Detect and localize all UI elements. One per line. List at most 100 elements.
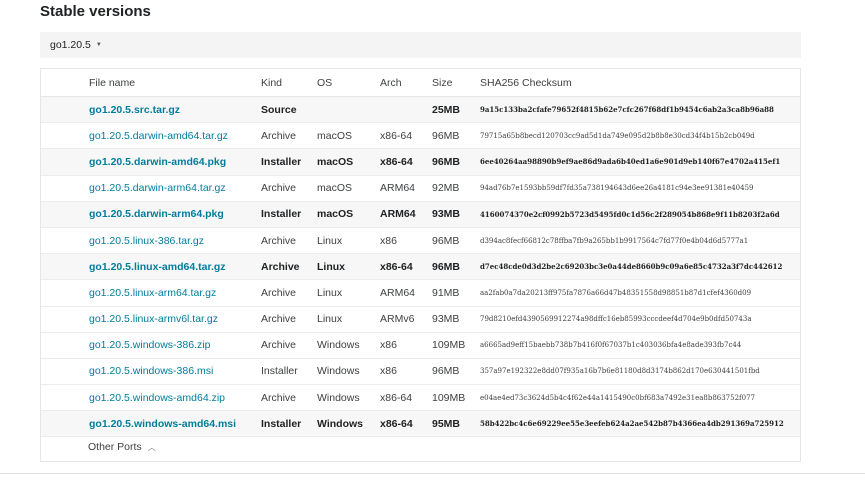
kind-cell: Archive — [261, 253, 317, 281]
row-spacer — [41, 227, 89, 255]
row-spacer — [41, 148, 89, 176]
table-row: go1.20.5.linux-arm64.tar.gz Archive Linux A… — [41, 279, 800, 307]
os-cell: Linux — [317, 227, 380, 255]
file-download-link[interactable]: go1.20.5.darwin-arm64.pkg — [89, 208, 224, 220]
table-row: go1.20.5.darwin-amd64.tar.gz Archive macOS… — [41, 122, 800, 150]
arch-cell: x86-64 — [380, 384, 432, 412]
sha256-cell: aa2fab0a7da20213ff975fa7876a66d47b483515… — [480, 279, 800, 307]
other-ports-toggle[interactable]: Other Ports ︿ — [88, 441, 156, 453]
table-row: go1.20.5.darwin-arm64.pkg Installer macOS A… — [41, 201, 800, 228]
table-row: go1.20.5.windows-386.zip Archive Windows x8… — [41, 332, 800, 359]
file-name-cell: go1.20.5.windows-amd64.zip — [89, 384, 261, 412]
file-name-cell: go1.20.5.darwin-amd64.tar.gz — [89, 122, 261, 150]
kind-cell: Source — [261, 96, 317, 124]
size-cell: 95MB — [432, 410, 480, 438]
table-row: go1.20.5.windows-amd64.zip Archive Windows… — [41, 384, 800, 412]
os-cell: Windows — [317, 332, 380, 359]
size-cell: 96MB — [432, 358, 480, 386]
row-spacer — [41, 201, 89, 228]
sha256-cell: 4160074370e2cf0992b5723d5495fd0c1d56c2f2… — [480, 201, 800, 228]
row-spacer — [41, 410, 89, 438]
kind-cell: Installer — [261, 201, 317, 228]
os-cell: Windows — [317, 410, 380, 438]
arch-cell — [380, 96, 432, 124]
file-name-cell: go1.20.5.windows-amd64.msi — [89, 410, 261, 438]
kind-cell: Archive — [261, 306, 317, 333]
row-spacer — [41, 122, 89, 150]
file-download-link[interactable]: go1.20.5.darwin-amd64.tar.gz — [89, 130, 228, 142]
os-cell: macOS — [317, 122, 380, 150]
file-download-link[interactable]: go1.20.5.linux-386.tar.gz — [89, 235, 204, 247]
arch-cell: x86 — [380, 358, 432, 386]
file-name-cell: go1.20.5.src.tar.gz — [89, 96, 261, 124]
header-arch: Arch — [380, 69, 432, 97]
kind-cell: Installer — [261, 410, 317, 438]
header-sha256: SHA256 Checksum — [480, 69, 800, 97]
caret-down-icon: ▼ — [95, 42, 102, 48]
row-spacer — [41, 358, 89, 386]
chevron-up-icon: ︿ — [147, 443, 156, 452]
downloads-table-container: File name Kind OS Arch Size SHA256 Check… — [40, 68, 801, 462]
kind-cell: Archive — [261, 384, 317, 412]
header-size: Size — [432, 69, 480, 97]
header-file-name: File name — [89, 69, 261, 97]
file-name-cell: go1.20.5.darwin-amd64.pkg — [89, 148, 261, 176]
file-name-cell: go1.20.5.linux-386.tar.gz — [89, 227, 261, 255]
file-download-link[interactable]: go1.20.5.linux-amd64.tar.gz — [89, 261, 226, 273]
header-spacer — [41, 69, 89, 97]
table-row: go1.20.5.darwin-amd64.pkg Installer macOS x… — [41, 148, 800, 176]
os-cell: Windows — [317, 384, 380, 412]
size-cell: 92MB — [432, 175, 480, 202]
sha256-cell: 357a97e192322e8dd07f935a16b7b6e81180d8d3… — [480, 358, 800, 386]
table-row: go1.20.5.linux-amd64.tar.gz Archive Linux x… — [41, 253, 800, 281]
file-name-cell: go1.20.5.linux-armv6l.tar.gz — [89, 306, 261, 333]
file-download-link[interactable]: go1.20.5.darwin-arm64.tar.gz — [89, 182, 226, 194]
arch-cell: x86-64 — [380, 148, 432, 176]
os-cell: Windows — [317, 358, 380, 386]
table-row: go1.20.5.src.tar.gz Source 25MB 9a15c133ba2… — [41, 96, 800, 124]
size-cell: 91MB — [432, 279, 480, 307]
size-cell: 96MB — [432, 253, 480, 281]
kind-cell: Archive — [261, 332, 317, 359]
file-download-link[interactable]: go1.20.5.linux-arm64.tar.gz — [89, 287, 216, 299]
table-row: go1.20.5.windows-amd64.msi Installer Windo… — [41, 410, 800, 438]
size-cell: 109MB — [432, 384, 480, 412]
version-select[interactable]: go1.20.5 ▼ — [40, 32, 801, 58]
size-cell: 96MB — [432, 227, 480, 255]
file-name-cell: go1.20.5.linux-amd64.tar.gz — [89, 253, 261, 281]
other-ports-label: Other Ports — [88, 441, 142, 453]
file-download-link[interactable]: go1.20.5.linux-armv6l.tar.gz — [89, 313, 218, 325]
arch-cell: ARM64 — [380, 201, 432, 228]
row-spacer — [41, 332, 89, 359]
sha256-cell: 79715a65b8becd120703cc9ad5d1da749e095d2b… — [480, 122, 800, 150]
arch-cell: x86 — [380, 332, 432, 359]
file-download-link[interactable]: go1.20.5.windows-386.zip — [89, 339, 210, 351]
header-os: OS — [317, 69, 380, 97]
kind-cell: Archive — [261, 227, 317, 255]
sha256-cell: 79d8210efd4390569912274a98dffc16eb85993c… — [480, 306, 800, 333]
arch-cell: ARMv6 — [380, 306, 432, 333]
file-download-link[interactable]: go1.20.5.windows-386.msi — [89, 365, 213, 377]
table-row: go1.20.5.darwin-arm64.tar.gz Archive macOS… — [41, 175, 800, 202]
file-download-link[interactable]: go1.20.5.src.tar.gz — [89, 104, 180, 116]
sha256-cell: d394ac8fecf66812c78ffba7fb9a265bb1b99175… — [480, 227, 800, 255]
kind-cell: Archive — [261, 175, 317, 202]
arch-cell: x86-64 — [380, 253, 432, 281]
os-cell: Linux — [317, 306, 380, 333]
file-name-cell: go1.20.5.darwin-arm64.pkg — [89, 201, 261, 228]
file-name-cell: go1.20.5.darwin-arm64.tar.gz — [89, 175, 261, 202]
table-row: go1.20.5.linux-armv6l.tar.gz Archive Linux… — [41, 306, 800, 333]
kind-cell: Installer — [261, 358, 317, 386]
file-name-cell: go1.20.5.windows-386.zip — [89, 332, 261, 359]
os-cell: macOS — [317, 175, 380, 202]
arch-cell: x86-64 — [380, 410, 432, 438]
file-download-link[interactable]: go1.20.5.windows-amd64.msi — [89, 418, 236, 430]
header-kind: Kind — [261, 69, 317, 97]
sha256-cell: 6ee40264aa98890b9ef9ae86d9ada6b40ed1a6e9… — [480, 148, 800, 176]
footer-divider — [0, 473, 865, 474]
file-download-link[interactable]: go1.20.5.windows-amd64.zip — [89, 392, 225, 404]
sha256-cell: e04ae4ed73c3624d5b4c4f62e44a1415490c0bf6… — [480, 384, 800, 412]
sha256-cell: 94ad76b7e1593bb59df7fd35a738194643d6ee26… — [480, 175, 800, 202]
file-download-link[interactable]: go1.20.5.darwin-amd64.pkg — [89, 156, 226, 168]
size-cell: 93MB — [432, 306, 480, 333]
